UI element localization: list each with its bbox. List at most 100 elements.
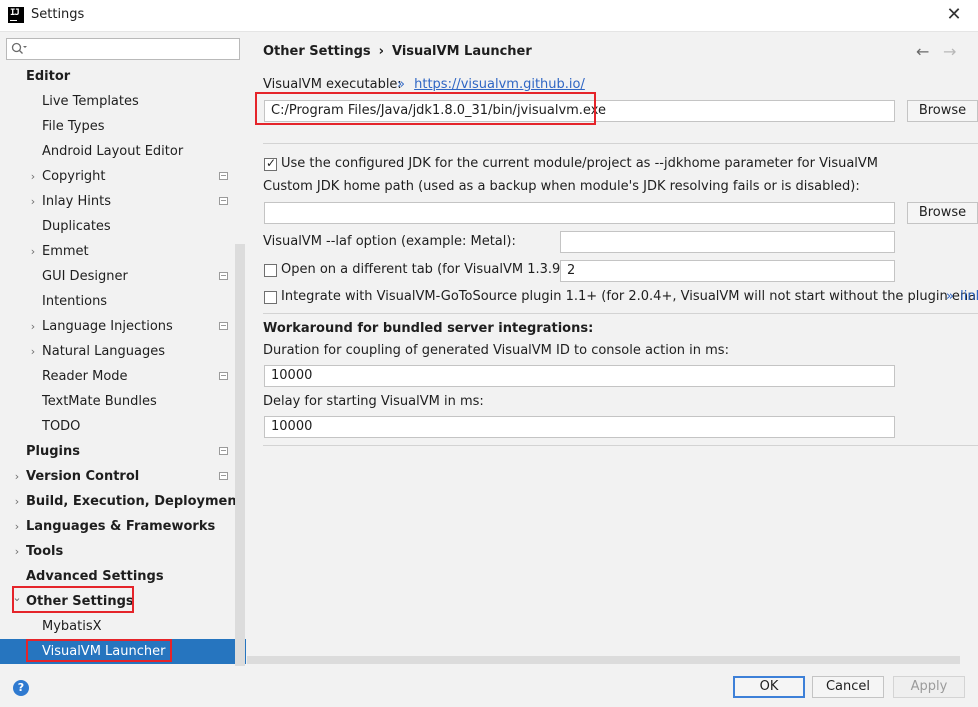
sidebar-item-label: Natural Languages: [42, 344, 166, 359]
sidebar-item-natural-languages[interactable]: › Natural Languages: [0, 339, 234, 364]
project-level-icon: [219, 472, 228, 480]
project-level-icon: [219, 172, 228, 180]
chevron-right-icon[interactable]: ›: [11, 539, 23, 564]
sidebar-item-label: VisualVM Launcher: [42, 644, 166, 659]
chevron-right-icon[interactable]: ›: [27, 164, 39, 189]
chevron-down-icon[interactable]: ⌄: [11, 585, 23, 610]
ok-button[interactable]: OK: [733, 676, 805, 698]
integrate-gotosource-label: Integrate with VisualVM-GoToSource plugi…: [281, 289, 978, 304]
sidebar-item-copyright[interactable]: › Copyright: [0, 164, 234, 189]
sidebar-item-label: Build, Execution, Deployment: [26, 494, 243, 509]
sidebar-item-tools[interactable]: › Tools: [0, 539, 234, 564]
browse-executable-button[interactable]: Browse: [907, 100, 978, 122]
project-level-icon: [219, 322, 228, 330]
browse-jdk-button[interactable]: Browse: [907, 202, 978, 224]
sidebar-item-label: Tools: [26, 544, 64, 559]
executable-label: VisualVM executable:: [263, 77, 402, 92]
integrate-gotosource-checkbox[interactable]: [264, 291, 277, 304]
back-arrow-icon[interactable]: ←: [916, 42, 929, 61]
sidebar-item-live-templates[interactable]: Live Templates: [0, 89, 234, 114]
executable-path-field[interactable]: C:/Program Files/Java/jdk1.8.0_31/bin/jv…: [264, 100, 895, 122]
project-level-icon: [219, 272, 228, 280]
sidebar-item-label: TextMate Bundles: [42, 394, 157, 409]
close-button[interactable]: ✕: [944, 5, 964, 25]
visualvm-website-link[interactable]: https://visualvm.github.io/: [414, 77, 585, 92]
sidebar-item-android-layout-editor[interactable]: Android Layout Editor: [0, 139, 234, 164]
cancel-button[interactable]: Cancel: [812, 676, 884, 698]
sidebar-item-label: Duplicates: [42, 219, 111, 234]
chevron-right-icon[interactable]: ›: [11, 489, 23, 514]
sidebar-item-advanced-settings[interactable]: Advanced Settings: [0, 564, 234, 589]
divider: [263, 143, 978, 144]
different-tab-field[interactable]: 2: [560, 260, 895, 282]
dialog-footer: ? OK Cancel Apply: [0, 666, 978, 707]
different-tab-label: Open on a different tab (for VisualVM 1.…: [281, 262, 581, 277]
laf-option-field[interactable]: [560, 231, 895, 253]
breadcrumb-current: VisualVM Launcher: [392, 44, 532, 59]
sidebar-item-label: Language Injections: [42, 319, 173, 334]
sidebar-item-label: Version Control: [26, 469, 140, 484]
breadcrumb: Other Settings › VisualVM Launcher: [263, 44, 532, 59]
sidebar-item-textmate-bundles[interactable]: TextMate Bundles: [0, 389, 234, 414]
sidebar-item-emmet[interactable]: › Emmet: [0, 239, 234, 264]
sidebar-item-file-types[interactable]: File Types: [0, 114, 234, 139]
project-level-icon: [219, 447, 228, 455]
breadcrumb-separator: ›: [378, 44, 384, 59]
sidebar-item-label: Inlay Hints: [42, 194, 111, 209]
settings-search-input[interactable]: [6, 38, 240, 60]
sidebar-item-label: MybatisX: [42, 619, 102, 634]
sidebar-item-editor[interactable]: Editor: [0, 64, 234, 89]
use-jdk-checkbox[interactable]: [264, 156, 277, 171]
duration-field[interactable]: 10000: [264, 365, 895, 387]
use-jdk-label: Use the configured JDK for the current m…: [281, 156, 879, 171]
sidebar-item-plugins[interactable]: Plugins: [0, 439, 234, 464]
sidebar-item-label: GUI Designer: [42, 269, 128, 284]
sidebar-item-label: Intentions: [42, 294, 108, 309]
sidebar-item-label: File Types: [42, 119, 105, 134]
sidebar-item-todo[interactable]: TODO: [0, 414, 234, 439]
laf-label: VisualVM --laf option (example: Metal):: [263, 234, 516, 249]
workaround-heading: Workaround for bundled server integratio…: [263, 321, 594, 336]
sidebar-item-label: Languages & Frameworks: [26, 519, 216, 534]
delay-field[interactable]: 10000: [264, 416, 895, 438]
chevron-right-icon[interactable]: ›: [27, 239, 39, 264]
help-icon[interactable]: ?: [13, 680, 29, 696]
different-tab-checkbox[interactable]: [264, 264, 277, 277]
sidebar-item-label: Live Templates: [42, 94, 139, 109]
sidebar-item-gui-designer[interactable]: GUI Designer: [0, 264, 234, 289]
sidebar-scrollbar[interactable]: [235, 244, 245, 666]
sidebar-item-label: Plugins: [26, 444, 80, 459]
sidebar-item-reader-mode[interactable]: Reader Mode: [0, 364, 234, 389]
divider: [263, 313, 978, 314]
plugin-link[interactable]: link: [960, 289, 978, 304]
sidebar-item-label: Advanced Settings: [26, 569, 164, 584]
delay-label: Delay for starting VisualVM in ms:: [263, 394, 484, 409]
chevron-right-icon[interactable]: ›: [11, 464, 23, 489]
sidebar-item-label: Copyright: [42, 169, 106, 184]
project-level-icon: [219, 372, 228, 380]
forward-arrow-icon[interactable]: →: [943, 42, 956, 61]
settings-content-panel: Other Settings › VisualVM Launcher ← → Vis…: [246, 32, 978, 666]
chevron-right-icon[interactable]: ›: [27, 189, 39, 214]
chevron-right-icon[interactable]: ›: [27, 314, 39, 339]
sidebar-item-build-execution-deployment[interactable]: › Build, Execution, Deployment: [0, 489, 243, 514]
sidebar-item-languages-frameworks[interactable]: › Languages & Frameworks: [0, 514, 234, 539]
apply-button[interactable]: Apply: [893, 676, 965, 698]
settings-sidebar: Editor Live Templates File Types Android La…: [0, 32, 246, 666]
chevron-right-icon[interactable]: ›: [27, 339, 39, 364]
plugin-link-arrow-icon: »: [946, 289, 954, 304]
sidebar-item-intentions[interactable]: Intentions: [0, 289, 234, 314]
chevron-right-icon[interactable]: ›: [11, 514, 23, 539]
sidebar-item-other-settings[interactable]: ⌄ Other Settings: [0, 589, 234, 614]
sidebar-item-duplicates[interactable]: Duplicates: [0, 214, 234, 239]
title-bar: IJ Settings ✕: [0, 0, 978, 32]
sidebar-item-mybatisx[interactable]: MybatisX: [0, 614, 234, 639]
content-horizontal-scrollbar[interactable]: [247, 656, 960, 664]
custom-jdk-path-field[interactable]: [264, 202, 895, 224]
sidebar-item-version-control[interactable]: › Version Control: [0, 464, 234, 489]
sidebar-item-inlay-hints[interactable]: › Inlay Hints: [0, 189, 234, 214]
sidebar-item-visualvm-launcher[interactable]: VisualVM Launcher: [0, 639, 246, 664]
sidebar-item-language-injections[interactable]: › Language Injections: [0, 314, 234, 339]
breadcrumb-parent[interactable]: Other Settings: [263, 44, 371, 59]
divider: [263, 445, 978, 446]
